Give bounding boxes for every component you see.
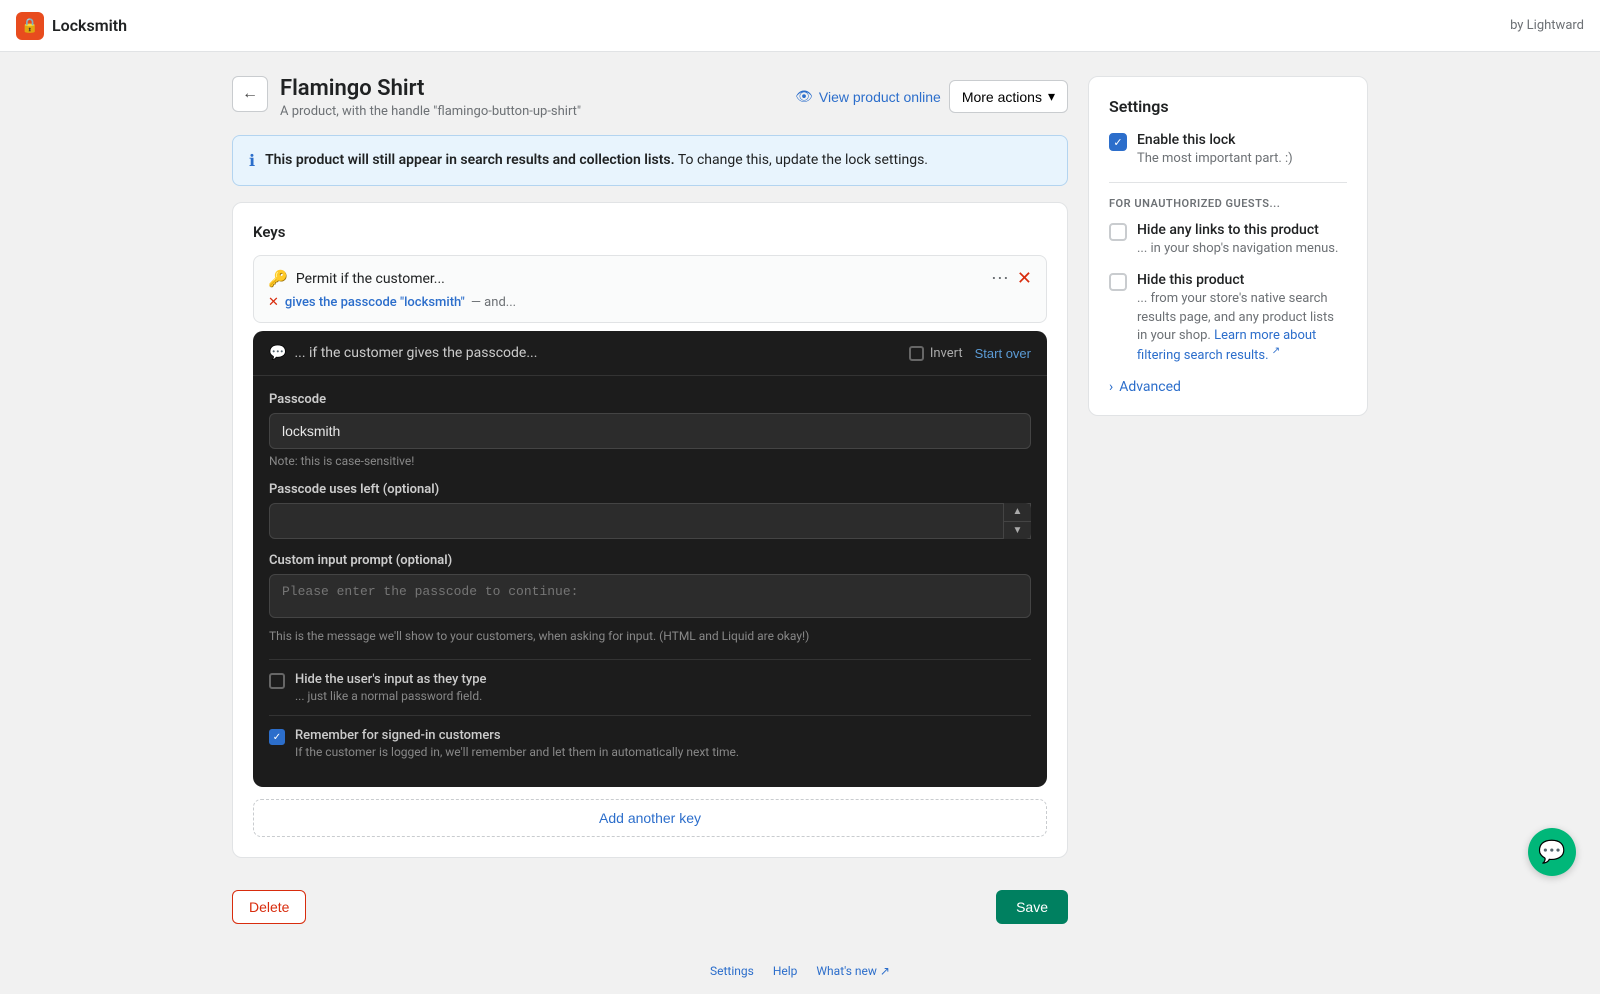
unauthorized-label: For unauthorized guests... [1109, 197, 1347, 210]
popup-header-left: 💬 ... if the customer gives the passcode… [269, 345, 537, 361]
main-layout: ← Flamingo Shirt A product, with the han… [200, 52, 1400, 948]
back-button[interactable]: ← [232, 76, 268, 112]
chevron-down-icon: ▾ [1048, 88, 1055, 105]
popup-header-right: Invert Start over [909, 346, 1031, 361]
uses-left-spinners: ▲ ▼ [1003, 503, 1031, 539]
prompt-description: This is the message we'll show to your c… [269, 627, 1031, 645]
footer-help-link[interactable]: Help [773, 964, 798, 978]
save-button[interactable]: Save [996, 890, 1068, 924]
passcode-link[interactable]: gives the passcode "locksmith" [285, 295, 465, 310]
add-another-key-button[interactable]: Add another key [253, 799, 1047, 837]
hide-product-text: Hide this product ... from your store's … [1137, 272, 1347, 365]
hide-product-checkbox[interactable] [1109, 273, 1127, 291]
page-header-left: ← Flamingo Shirt A product, with the han… [232, 76, 581, 119]
left-column: ← Flamingo Shirt A product, with the han… [232, 76, 1068, 924]
and-text: — and... [471, 295, 516, 310]
start-over-button[interactable]: Start over [975, 346, 1031, 361]
external-icon: ↗ [880, 964, 890, 978]
hide-input-text: Hide the user's input as they type ... j… [295, 672, 487, 703]
hide-input-row: Hide the user's input as they type ... j… [269, 672, 1031, 703]
key-close-button[interactable]: ✕ [1017, 268, 1032, 289]
info-icon: ℹ [249, 151, 255, 171]
eye-icon: 👁 [795, 88, 813, 105]
key-icon: 🔑 [268, 269, 288, 288]
bottom-actions: Delete Save [232, 874, 1068, 924]
popup-divider-2 [269, 715, 1031, 716]
key-row-actions: ⋯ ✕ [991, 268, 1032, 289]
chat-button[interactable]: 💬 [1528, 828, 1576, 876]
chat-icon: 💬 [269, 345, 286, 361]
enable-lock-row: Enable this lock The most important part… [1109, 132, 1347, 168]
remember-row: Remember for signed-in customers If the … [269, 728, 1031, 759]
enable-lock-checkbox[interactable] [1109, 133, 1127, 151]
topbar: 🔒 Locksmith by Lightward [0, 0, 1600, 52]
banner-text: This product will still appear in search… [265, 150, 928, 171]
spinner-up-button[interactable]: ▲ [1004, 503, 1031, 522]
advanced-row[interactable]: › Advanced [1109, 379, 1347, 395]
page-subtitle: A product, with the handle "flamingo-but… [280, 104, 581, 119]
passcode-note: Note: this is case-sensitive! [269, 454, 1031, 468]
key-row: 🔑 Permit if the customer... ⋯ ✕ ✕ gives … [253, 255, 1047, 323]
custom-prompt-label: Custom input prompt (optional) [269, 553, 1031, 568]
popup-header: 💬 ... if the customer gives the passcode… [253, 331, 1047, 376]
delete-button[interactable]: Delete [232, 890, 306, 924]
app-logo: 🔒 [16, 12, 44, 40]
external-link-icon: ↗ [1272, 346, 1280, 357]
keys-card: Keys 🔑 Permit if the customer... ⋯ ✕ ✕ [232, 202, 1068, 858]
footer-whats-new-link[interactable]: What's new ↗ [816, 964, 890, 978]
chevron-right-icon: › [1109, 379, 1113, 395]
enable-lock-text: Enable this lock The most important part… [1137, 132, 1293, 168]
passcode-field-label: Passcode [269, 392, 1031, 407]
info-banner: ℹ This product will still appear in sear… [232, 135, 1068, 186]
app-by: by Lightward [1510, 18, 1584, 33]
hide-input-checkbox[interactable] [269, 673, 285, 689]
page-header-right: 👁 View product online More actions ▾ [795, 76, 1068, 113]
settings-title: Settings [1109, 97, 1347, 116]
hide-links-checkbox[interactable] [1109, 223, 1127, 241]
spinner-down-button[interactable]: ▼ [1004, 522, 1031, 540]
uses-left-row: ▲ ▼ [269, 503, 1031, 539]
invert-checkbox[interactable] [909, 346, 924, 361]
key-condition: ✕ gives the passcode "locksmith" — and..… [268, 295, 1032, 310]
topbar-left: 🔒 Locksmith [16, 12, 127, 40]
page-header: ← Flamingo Shirt A product, with the han… [232, 76, 1068, 119]
key-row-header-left: 🔑 Permit if the customer... [268, 269, 445, 288]
hide-product-row: Hide this product ... from your store's … [1109, 272, 1347, 365]
right-column: Settings Enable this lock The most impor… [1088, 76, 1368, 924]
custom-prompt-textarea[interactable] [269, 574, 1031, 618]
footer-settings-link[interactable]: Settings [710, 964, 754, 978]
hide-links-row: Hide any links to this product ... in yo… [1109, 222, 1347, 258]
settings-card: Settings Enable this lock The most impor… [1088, 76, 1368, 416]
passcode-popup: 💬 ... if the customer gives the passcode… [253, 331, 1047, 787]
key-label: Permit if the customer... [296, 271, 445, 287]
more-actions-button[interactable]: More actions ▾ [949, 80, 1068, 113]
keys-title: Keys [253, 223, 1047, 241]
key-row-header: 🔑 Permit if the customer... ⋯ ✕ [268, 268, 1032, 289]
popup-divider [269, 659, 1031, 660]
remember-checkbox[interactable] [269, 729, 285, 745]
hide-links-text: Hide any links to this product ... in yo… [1137, 222, 1338, 258]
page-title: Flamingo Shirt [280, 76, 581, 101]
key-dots-button[interactable]: ⋯ [991, 268, 1009, 289]
condition-x-icon: ✕ [268, 295, 279, 310]
footer-bar: Settings Help What's new ↗ [0, 948, 1600, 994]
page-title-block: Flamingo Shirt A product, with the handl… [280, 76, 581, 119]
passcode-text: gives the passcode "locksmith" [285, 295, 465, 310]
uses-left-label: Passcode uses left (optional) [269, 482, 1031, 497]
popup-header-text: ... if the customer gives the passcode..… [294, 345, 537, 361]
view-online-button[interactable]: 👁 View product online [795, 88, 941, 105]
settings-divider [1109, 182, 1347, 183]
popup-body: Passcode Note: this is case-sensitive! P… [253, 376, 1047, 787]
app-name: Locksmith [52, 16, 127, 35]
passcode-input[interactable] [269, 413, 1031, 449]
invert-label: Invert [909, 346, 963, 361]
remember-text: Remember for signed-in customers If the … [295, 728, 739, 759]
uses-left-input[interactable] [269, 503, 1031, 539]
